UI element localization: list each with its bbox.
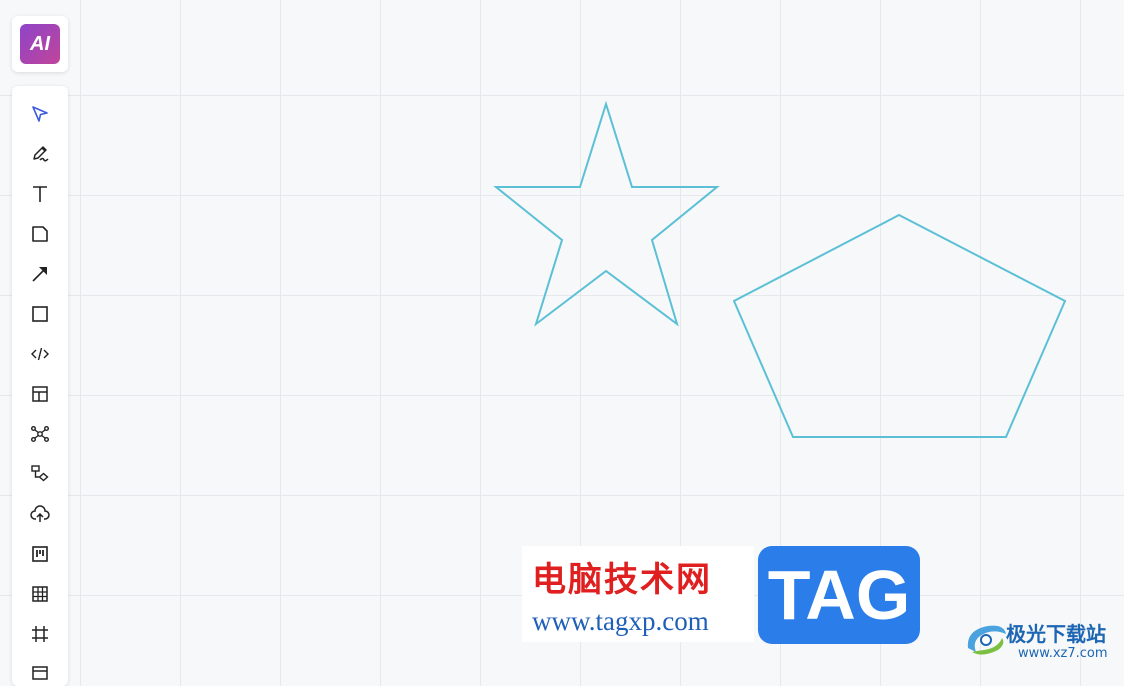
watermark-banner: 电脑技术网 www.tagxp.com TAG	[522, 546, 922, 644]
layout-icon	[32, 386, 48, 402]
watermark-url: www.tagxp.com	[532, 606, 709, 636]
code-tool[interactable]	[26, 340, 54, 368]
more-tool[interactable]	[26, 658, 54, 686]
arrow-tool[interactable]	[26, 260, 54, 288]
corner-logo-url: www.xz7.com	[1018, 646, 1108, 661]
left-toolbar	[12, 86, 68, 686]
ai-badge: AI	[20, 24, 60, 64]
flowchart-icon	[31, 465, 49, 482]
ai-assistant-button[interactable]: AI	[12, 16, 68, 72]
more-icon	[32, 666, 48, 680]
flowchart-tool[interactable]	[26, 460, 54, 488]
upload-tool[interactable]	[26, 500, 54, 528]
kanban-icon	[32, 546, 48, 562]
star-shape[interactable]	[493, 100, 720, 327]
mind-map-tool[interactable]	[26, 420, 54, 448]
mind-map-icon	[31, 426, 49, 442]
watermark-tag-logo: TAG	[758, 546, 920, 644]
select-tool[interactable]	[26, 100, 54, 128]
watermark-title: 电脑技术网	[532, 560, 712, 600]
text-tool[interactable]	[26, 180, 54, 208]
swirl-logo-icon	[967, 625, 1006, 655]
corner-site-logo: 极光下载站 www.xz7.com	[962, 614, 1122, 670]
sticky-note-tool[interactable]	[26, 220, 54, 248]
table-tool[interactable]	[26, 580, 54, 608]
watermark-text-block: 电脑技术网 www.tagxp.com	[522, 546, 754, 642]
sticky-note-icon	[32, 226, 48, 242]
layout-tool[interactable]	[26, 380, 54, 408]
pointer-icon	[32, 106, 48, 122]
code-icon	[31, 347, 49, 361]
text-icon	[33, 186, 47, 202]
frame-icon	[32, 626, 48, 642]
pen-icon	[33, 146, 49, 162]
rectangle-tool[interactable]	[26, 300, 54, 328]
corner-logo-title: 极光下载站	[1006, 622, 1106, 646]
kanban-tool[interactable]	[26, 540, 54, 568]
pen-tool[interactable]	[26, 140, 54, 168]
table-icon	[32, 586, 48, 602]
pentagon-shape[interactable]	[732, 213, 1067, 438]
cloud-upload-icon	[30, 505, 50, 522]
rectangle-icon	[32, 306, 48, 322]
frame-tool[interactable]	[26, 620, 54, 648]
arrow-icon	[32, 267, 47, 282]
